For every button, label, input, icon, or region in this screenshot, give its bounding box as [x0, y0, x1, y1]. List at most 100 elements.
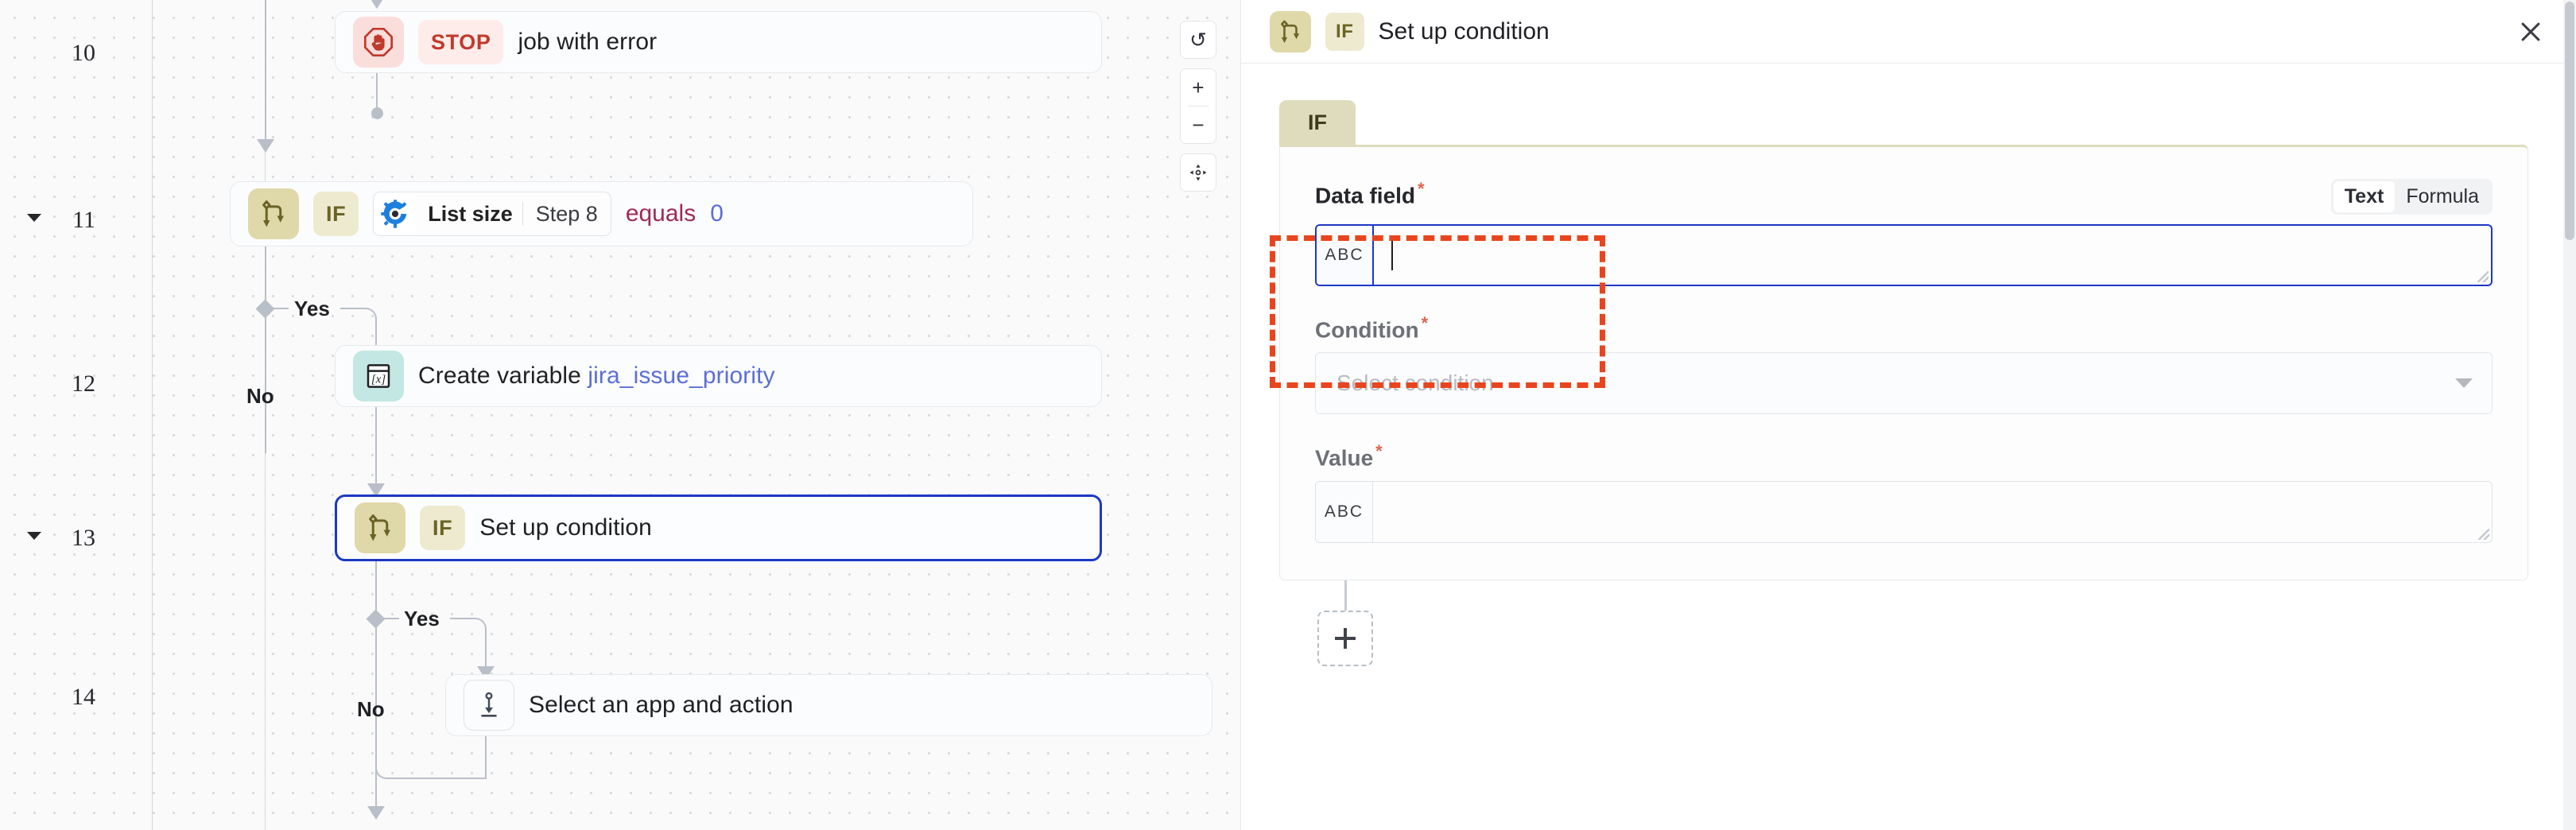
condition-field-group: Condition * Select condition [1315, 313, 2493, 415]
if-badge-step-13: IF [420, 506, 466, 550]
undo-control-box[interactable]: ↺ [1180, 21, 1216, 59]
mode-formula-option[interactable]: Formula [2395, 181, 2490, 212]
step-number-11[interactable]: 11 [0, 207, 95, 234]
condition-select[interactable]: Select condition [1315, 352, 2493, 415]
mode-text-option[interactable]: Text [2333, 181, 2396, 212]
step-number-13[interactable]: 13 [0, 525, 95, 552]
arrowhead-into-step-11 [257, 139, 274, 153]
app-action-icon [464, 680, 514, 731]
node-step-12-create-variable[interactable]: [x] Create variable jira_issue_priority [335, 345, 1102, 407]
condition-placeholder: Select condition [1336, 370, 1494, 396]
data-field-group: Data field * Text Formula ABC [1315, 179, 2493, 286]
data-source-chip[interactable]: List size Step 8 [373, 192, 611, 236]
data-field-mode-toggle[interactable]: Text Formula [2330, 179, 2493, 215]
branch-point-11 [255, 299, 275, 319]
branch-icon [1270, 10, 1311, 52]
svg-text:[x]: [x] [371, 373, 386, 386]
branch-stub-13-right [450, 618, 466, 619]
connector-12-to-13 [375, 407, 377, 495]
chip-secondary-label: Step 8 [535, 201, 598, 226]
operator-label: equals [625, 200, 696, 227]
step-10-label: 10 [72, 40, 95, 66]
variable-name: jira_issue_priority [588, 363, 775, 389]
branch-stub-13 [383, 618, 399, 619]
zoom-in-button[interactable]: + [1181, 69, 1216, 106]
connector-11-no-branch [265, 246, 266, 453]
if-badge-step-11: IF [313, 192, 359, 236]
data-field-header: Data field * Text Formula [1315, 179, 2493, 215]
branch-label-no-11: No [246, 384, 274, 408]
operand-value: 0 [710, 200, 724, 227]
step-14-label: 14 [72, 684, 95, 710]
canvas-controls[interactable]: ↺ + − [1180, 21, 1216, 192]
panel-scrollbar-thumb[interactable] [2565, 2, 2574, 240]
panel-body: IF Data field * Text Formula ABC Conditi… [1241, 64, 2576, 830]
tab-if[interactable]: IF [1279, 100, 1356, 145]
step-config-panel: IF Set up condition IF Data field * Text… [1240, 0, 2576, 830]
condition-required-marker: * [1421, 313, 1429, 333]
step-number-14: 14 [0, 684, 95, 711]
branch-elbow-13 [464, 618, 487, 656]
data-field-input-row[interactable]: ABC [1315, 224, 2493, 286]
condition-field-header: Condition * [1315, 313, 2493, 343]
variable-icon: [x] [353, 351, 404, 401]
step-number-12: 12 [0, 370, 95, 398]
arrowhead-into-step-10 [368, 0, 386, 9]
zoom-out-button[interactable]: − [1181, 107, 1216, 143]
zoom-control-box[interactable]: + − [1180, 68, 1216, 144]
chevron-down-icon[interactable] [2455, 378, 2473, 389]
connector-outer-lane [265, 0, 266, 143]
close-icon[interactable] [2512, 14, 2549, 50]
gear-icon [374, 192, 417, 235]
undo-icon[interactable]: ↺ [1181, 21, 1216, 58]
workflow-editor-screen: 10 STOP job with error 11 IF List size S… [0, 0, 2576, 830]
value-field-header: Value * [1315, 441, 2493, 471]
value-input-row[interactable]: ABC [1315, 480, 2493, 543]
workflow-canvas[interactable]: 10 STOP job with error 11 IF List size S… [0, 0, 1240, 830]
fit-view-control-box[interactable] [1180, 153, 1216, 192]
connector-endpoint-dot [371, 107, 383, 119]
connector-merge-down [375, 778, 377, 809]
node-step-11-condition[interactable]: IF List size Step 8 equals 0 [230, 181, 973, 246]
panel-tabs[interactable]: IF [1279, 100, 2528, 145]
collapse-caret-icon-13[interactable] [27, 532, 41, 540]
plus-icon [1335, 627, 1356, 649]
stop-badge: STOP [418, 20, 504, 64]
chip-primary-label: List size [428, 201, 513, 226]
arrowhead-merge [367, 806, 385, 820]
connector-13-no-branch [375, 561, 377, 784]
data-field-label-text: Data field [1315, 183, 1416, 208]
step-11-label: 11 [72, 207, 95, 233]
add-step-connector [1344, 580, 1347, 611]
branch-label-no-13: No [357, 697, 385, 721]
step-number-10: 10 [0, 40, 95, 67]
node-step-14-title: Select an app and action [529, 692, 793, 718]
node-step-10-stop-job[interactable]: STOP job with error [335, 11, 1102, 73]
branch-stub-11-right [340, 308, 356, 309]
add-step-button[interactable] [1317, 610, 1373, 666]
node-step-12-title-prefix: Create variable [418, 363, 588, 389]
collapse-caret-icon-11[interactable] [27, 214, 41, 222]
step-13-label: 13 [72, 525, 95, 551]
data-field-input[interactable] [1374, 226, 2491, 285]
node-step-10-title: job with error [518, 29, 658, 55]
data-field-type-prefix: ABC [1317, 226, 1374, 285]
branch-stub-11 [273, 308, 289, 309]
lane-rail-outer [152, 0, 153, 830]
merge-elbow-13 [375, 765, 487, 779]
node-step-14-select-app-action[interactable]: Select an app and action [445, 674, 1212, 736]
fit-view-icon[interactable] [1181, 154, 1216, 191]
branch-label-yes-11: Yes [294, 297, 330, 320]
resize-handle[interactable] [2477, 271, 2489, 282]
branch-icon [355, 502, 405, 553]
resize-handle[interactable] [2478, 528, 2489, 540]
branch-point-13 [366, 609, 386, 629]
node-step-13-title: Set up condition [479, 514, 652, 541]
branch-icon [248, 188, 299, 239]
value-type-prefix: ABC [1316, 481, 1373, 542]
value-field-label-text: Value [1315, 445, 1374, 471]
value-input[interactable] [1373, 482, 2492, 542]
text-caret [1391, 240, 1393, 270]
panel-scrollbar-track[interactable] [2563, 0, 2576, 830]
node-step-13-set-up-condition[interactable]: IF Set up condition [335, 495, 1102, 561]
